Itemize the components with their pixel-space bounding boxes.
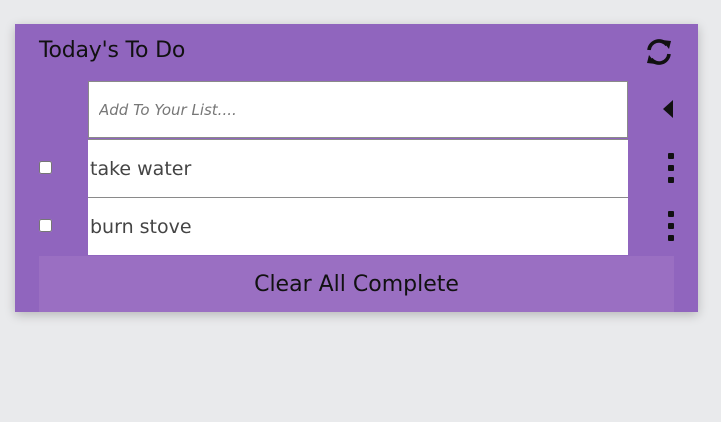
vertical-ellipsis-icon bbox=[668, 211, 674, 217]
collapse-button[interactable] bbox=[658, 98, 678, 120]
caret-left-icon bbox=[663, 100, 673, 118]
refresh-icon bbox=[647, 39, 671, 65]
todo-card: Today's To Do take water burn stove bbox=[15, 24, 698, 312]
todo-text[interactable]: take water bbox=[88, 139, 628, 197]
new-item-field bbox=[88, 81, 628, 138]
clear-all-complete-button[interactable]: Clear All Complete bbox=[39, 256, 674, 312]
todo-text[interactable]: burn stove bbox=[88, 197, 628, 255]
todo-checkbox[interactable] bbox=[39, 219, 52, 232]
refresh-button[interactable] bbox=[642, 35, 676, 69]
todo-item: burn stove bbox=[15, 197, 698, 255]
todo-menu-button[interactable] bbox=[665, 211, 677, 241]
add-item-input[interactable] bbox=[89, 82, 627, 137]
todo-checkbox[interactable] bbox=[39, 161, 52, 174]
todo-menu-button[interactable] bbox=[665, 153, 677, 183]
page-title: Today's To Do bbox=[39, 38, 186, 63]
todo-item: take water bbox=[15, 139, 698, 197]
vertical-ellipsis-icon bbox=[668, 153, 674, 159]
